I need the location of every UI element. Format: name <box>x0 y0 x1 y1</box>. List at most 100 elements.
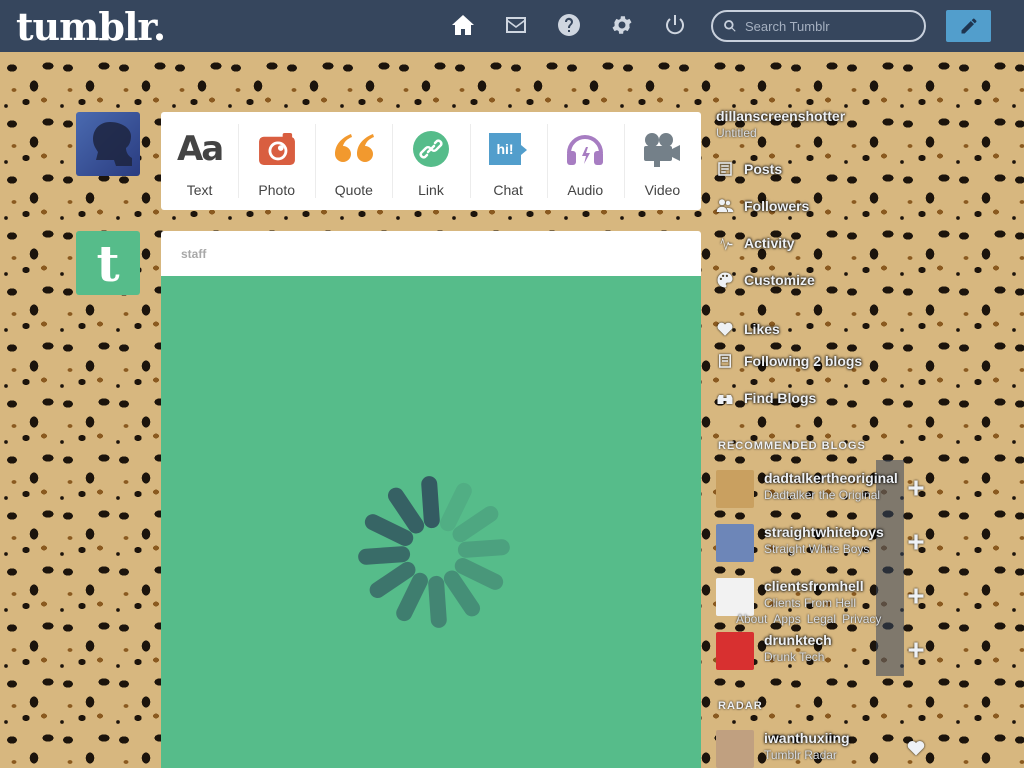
sidebar-item-followers[interactable]: Followers <box>716 197 809 215</box>
chat-icon: hi! <box>470 130 547 168</box>
sidebar-item-likes[interactable]: Likes <box>716 320 780 338</box>
blog-avatar[interactable] <box>716 730 754 768</box>
follow-plus-icon <box>908 534 924 550</box>
home-icon[interactable] <box>450 13 476 39</box>
post-type-label: Text <box>186 182 213 198</box>
blog-description: Dadtalker the Original <box>764 488 881 502</box>
staff-avatar[interactable]: t <box>76 231 140 295</box>
sidebar-item-label: Likes <box>744 321 780 337</box>
footer-link-privacy[interactable]: Privacy <box>842 612 881 626</box>
svg-text:hi!: hi! <box>497 141 514 157</box>
follow-blog-button[interactable] <box>906 478 926 498</box>
sidebar-item-find-blogs[interactable]: Find Blogs <box>716 389 816 407</box>
sidebar-item-label: Following 2 blogs <box>744 353 863 369</box>
blog-description: Tumblr Radar <box>764 748 837 762</box>
link-icon <box>392 130 469 168</box>
post-type-label: Audio <box>567 182 604 198</box>
blog-name[interactable]: iwanthuxiing <box>764 730 850 746</box>
post-type-video-button[interactable]: Video <box>623 112 701 210</box>
recommended-blog[interactable]: dadtalkertheoriginal Dadtalker the Origi… <box>716 466 940 510</box>
blog-avatar[interactable] <box>716 632 754 670</box>
user-avatar[interactable] <box>76 112 140 176</box>
pencil-icon <box>961 18 976 34</box>
tumblr-logo[interactable]: tumblr. <box>16 4 166 49</box>
follow-blog-button[interactable] <box>906 640 926 660</box>
blog-description: Drunk Tech <box>764 650 825 664</box>
video-camera-icon <box>624 130 701 168</box>
post-type-label: Video <box>644 182 681 198</box>
blog-name[interactable]: clientsfromhell <box>764 578 864 594</box>
search-box[interactable] <box>711 10 926 42</box>
post-author[interactable]: staff <box>161 231 701 276</box>
account-subtitle: Untitled <box>716 126 757 140</box>
activity-icon <box>717 237 733 251</box>
power-icon[interactable] <box>662 13 688 39</box>
sidebar-item-label: Activity <box>744 235 795 251</box>
loading-spinner-icon <box>358 476 510 628</box>
following-icon <box>719 354 731 368</box>
sidebar-item-label: Followers <box>744 198 810 214</box>
gear-icon[interactable] <box>609 13 635 39</box>
footer-link-legal[interactable]: Legal <box>807 612 836 626</box>
post-type-quote-button[interactable]: Quote <box>315 112 392 210</box>
post-type-link-button[interactable]: Link <box>392 112 469 210</box>
post-type-label: Chat <box>493 182 523 198</box>
follow-plus-icon <box>908 588 924 604</box>
customize-icon <box>717 272 733 288</box>
sidebar-item-customize[interactable]: Customize <box>716 271 815 289</box>
sidebar-item-label: Customize <box>744 272 815 288</box>
heart-icon <box>717 322 733 336</box>
recommended-blog[interactable]: straightwhiteboys Straight White Boys <box>716 520 940 564</box>
post-type-label: Quote <box>334 182 373 198</box>
binoculars-icon <box>717 395 733 404</box>
blog-description: Clients From Hell <box>764 596 857 610</box>
follow-plus-icon <box>908 480 924 496</box>
top-nav-bar: tumblr. <box>0 0 1024 52</box>
post-type-text-button[interactable]: Aa Text <box>161 112 238 210</box>
follow-blog-button[interactable] <box>906 586 926 606</box>
text-icon: Aa <box>176 129 224 169</box>
footer-links: About Apps Legal Privacy <box>736 612 881 626</box>
sidebar-item-label: Find Blogs <box>744 390 817 406</box>
account-name[interactable]: dillanscreenshotter <box>716 108 845 124</box>
compose-post-button[interactable] <box>946 10 991 42</box>
search-input[interactable] <box>745 18 915 34</box>
post-type-audio-button[interactable]: Audio <box>546 112 624 210</box>
blog-description: Straight White Boys <box>764 542 870 556</box>
post-type-label: Link <box>418 182 444 198</box>
footer-link-about[interactable]: About <box>736 612 767 626</box>
post-type-chat-button[interactable]: hi! Chat <box>469 112 547 210</box>
footer-link-apps[interactable]: Apps <box>773 612 800 626</box>
search-icon <box>724 20 736 32</box>
posts-icon <box>718 162 732 176</box>
post-type-label: Photo <box>258 182 295 198</box>
blog-name[interactable]: drunktech <box>764 632 832 648</box>
blog-name[interactable]: dadtalkertheoriginal <box>764 470 898 486</box>
sidebar-item-following[interactable]: Following 2 blogs <box>716 352 862 370</box>
headphones-icon <box>547 130 624 168</box>
radar-blog[interactable]: iwanthuxiing Tumblr Radar <box>716 726 940 768</box>
like-radar-button[interactable] <box>906 738 926 758</box>
recommended-heading: RECOMMENDED BLOGS <box>718 440 866 452</box>
mail-icon[interactable] <box>503 13 529 39</box>
post-media <box>161 276 701 768</box>
follow-blog-button[interactable] <box>906 532 926 552</box>
post-type-photo-button[interactable]: Photo <box>238 112 315 210</box>
sidebar-item-label: Posts <box>744 161 783 177</box>
blog-name[interactable]: straightwhiteboys <box>764 524 884 540</box>
followers-icon <box>716 199 734 212</box>
radar-heading: RADAR <box>718 700 763 712</box>
dashboard-post: staff <box>161 231 701 768</box>
blog-avatar[interactable] <box>716 578 754 616</box>
post-type-bar: Aa Text Photo Quote Link hi! Chat Audio … <box>161 112 701 210</box>
follow-plus-icon <box>908 642 924 658</box>
account-subtitle-label: Untitled <box>716 126 757 140</box>
sidebar-item-posts[interactable]: Posts <box>716 160 782 178</box>
sidebar-item-activity[interactable]: Activity <box>716 234 795 252</box>
help-icon[interactable] <box>556 13 582 39</box>
blog-avatar[interactable] <box>716 470 754 508</box>
account-name-label: dillanscreenshotter <box>716 108 846 124</box>
recommended-blog[interactable]: drunktech Drunk Tech <box>716 628 940 672</box>
blog-avatar[interactable] <box>716 524 754 562</box>
quote-icon <box>315 130 392 168</box>
